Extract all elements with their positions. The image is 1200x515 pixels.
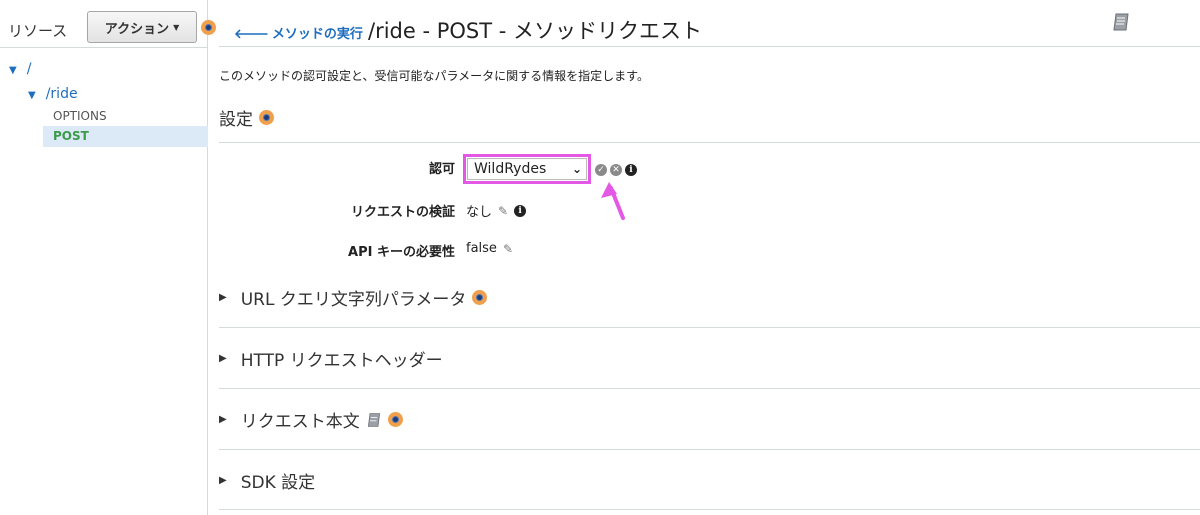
actions-button[interactable]: アクション ▼ [87, 11, 197, 43]
method-request-panel: 🡐 メソッドの実行 /ride - POST - メソッドリクエスト このメソッド… [209, 0, 1200, 515]
chevron-down-icon: ⌄ [571, 162, 582, 176]
back-to-method-execution-link[interactable]: 🡐 メソッドの実行 [234, 23, 363, 42]
api-key-required-label: API キーの必要性 [348, 245, 455, 260]
divider [0, 47, 208, 48]
caret-right-icon[interactable]: ▶ [219, 414, 227, 425]
request-validation-label: リクエストの検証 [350, 205, 455, 220]
close-icon[interactable]: ✕ [610, 164, 622, 176]
actions-button-label: アクション [104, 21, 170, 37]
caret-down-icon[interactable]: ▼ [9, 65, 17, 76]
request-validation-value: なし ✎ i [466, 201, 527, 220]
url-query-params-section[interactable]: ▶ URL クエリ文字列パラメータ [219, 267, 1200, 328]
tree-item-post-method[interactable]: POST [43, 126, 208, 147]
section-header[interactable]: ▶ URL クエリ文字列パラメータ [219, 285, 488, 310]
request-validation-text: なし [466, 205, 493, 220]
tree-item-ride[interactable]: ▼ /ride [28, 86, 78, 102]
annotation-arrow-icon [601, 182, 625, 220]
authorization-select-value: WildRydes [474, 161, 547, 177]
book-icon[interactable] [1111, 12, 1131, 32]
tree-item-root[interactable]: ▼ / [9, 61, 31, 77]
tree-item-label: /ride [45, 86, 78, 102]
resources-label: リソース [8, 22, 68, 40]
caret-right-icon[interactable]: ▶ [219, 475, 227, 486]
caret-right-icon[interactable]: ▶ [219, 353, 227, 364]
section-title: URL クエリ文字列パラメータ [240, 290, 467, 310]
divider [219, 46, 1200, 47]
sdk-settings-section[interactable]: ▶ SDK 設定 [219, 450, 1200, 510]
arrow-left-icon: 🡐 [234, 27, 269, 42]
section-header[interactable]: ▶ SDK 設定 [219, 468, 315, 493]
check-icon[interactable]: ✓ [595, 164, 607, 176]
page-description: このメソッドの認可設定と、受信可能なパラメータに関する情報を指定します。 [219, 69, 649, 83]
section-title: リクエスト本文 [240, 412, 360, 432]
book-icon[interactable] [366, 412, 382, 428]
caret-down-icon: ▼ [173, 22, 180, 32]
info-icon[interactable]: i [514, 204, 527, 217]
caret-down-icon[interactable]: ▼ [28, 90, 36, 101]
section-header[interactable]: ▶ リクエスト本文 [219, 407, 403, 432]
help-info-icon[interactable] [472, 290, 488, 305]
help-info-icon[interactable] [259, 110, 274, 125]
authorization-label: 認可 [428, 162, 455, 177]
pencil-icon[interactable]: ✎ [498, 204, 508, 218]
http-request-headers-section[interactable]: ▶ HTTP リクエストヘッダー [219, 328, 1200, 389]
authorization-select[interactable]: WildRydes ⌄ [467, 158, 587, 180]
caret-right-icon[interactable]: ▶ [219, 292, 227, 303]
pencil-icon[interactable]: ✎ [503, 242, 513, 256]
section-title: HTTP リクエストヘッダー [240, 351, 443, 371]
tree-item-label: / [26, 61, 32, 77]
api-key-required-value: false ✎ [466, 241, 513, 256]
sidebar-header: リソース アクション ▼ [0, 8, 208, 48]
page-title: /ride - POST - メソッドリクエスト [368, 19, 702, 43]
help-info-icon[interactable] [387, 412, 403, 427]
api-key-required-text: false [466, 241, 497, 256]
section-title: SDK 設定 [240, 473, 316, 493]
back-link-label: メソッドの実行 [271, 27, 363, 42]
divider [219, 142, 1200, 143]
request-body-section[interactable]: ▶ リクエスト本文 [219, 389, 1200, 450]
settings-heading-label: 設定 [219, 110, 253, 130]
tree-item-options-method[interactable]: OPTIONS [53, 109, 107, 123]
resources-sidebar: リソース アクション ▼ ▼ / ▼/ride OPTIONS POST [0, 0, 216, 515]
settings-heading: 設定 [219, 105, 274, 130]
section-header[interactable]: ▶ HTTP リクエストヘッダー [219, 346, 443, 371]
info-icon[interactable]: i [625, 164, 637, 176]
